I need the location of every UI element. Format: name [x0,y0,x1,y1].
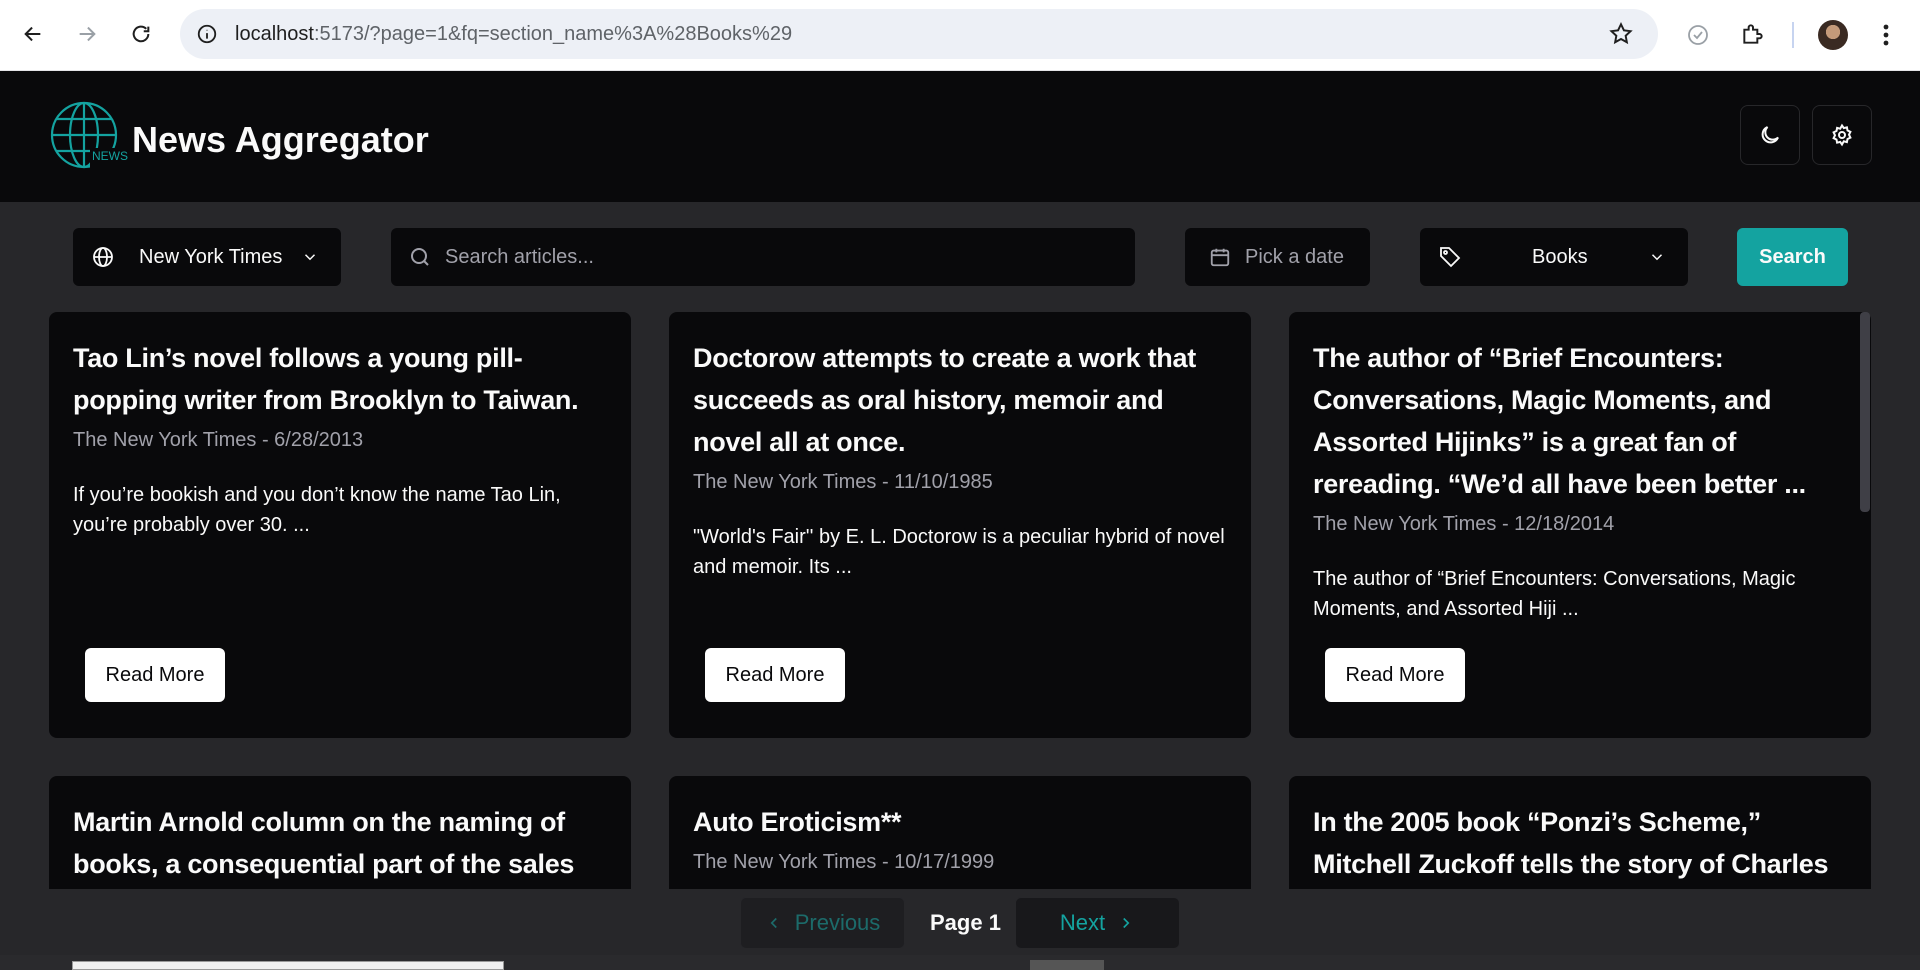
theme-toggle-button[interactable] [1740,105,1800,165]
category-value: Books [1532,245,1588,268]
article-card: In the 2005 book “Ponzi’s Scheme,” Mitch… [1289,776,1871,889]
chevron-left-icon [770,917,777,929]
url-text: localhost:5173/?page=1&fq=section_name%3… [235,23,792,46]
globe-icon [93,247,113,267]
search-input[interactable]: Search articles... [391,228,1135,286]
article-description: If you’re bookish and you don’t know the… [73,484,561,536]
calendar-icon [1210,248,1230,267]
more-menu-icon[interactable] [1876,21,1896,49]
previous-page-button[interactable]: Previous [740,897,905,949]
article-title[interactable]: Doctorow attempts to create a work that … [693,337,1233,463]
article-title[interactable]: The author of “Brief Encounters: Convers… [1313,337,1853,505]
article-title[interactable]: Auto Eroticism** [693,801,1233,843]
bookmark-star-icon[interactable] [1608,21,1634,47]
taskbar-window-preview[interactable] [72,961,504,970]
site-info-icon[interactable] [196,23,218,45]
article-meta: The New York Times - 12/18/2014 [1313,513,1615,535]
settings-button[interactable] [1812,105,1872,165]
filter-bar: New York Times Search articles... Pick a… [0,203,1920,308]
browser-toolbar: localhost:5173/?page=1&fq=section_name%3… [0,0,1920,71]
article-meta: The New York Times - 11/10/1985 [693,471,993,493]
article-card: Martin Arnold column on the naming of bo… [49,776,631,889]
back-button[interactable] [16,17,50,51]
article-title[interactable]: Martin Arnold column on the naming of bo… [73,801,613,889]
app-header: NEWS News Aggregator [0,71,1920,203]
reload-button[interactable] [124,17,158,51]
moon-icon [1761,126,1779,144]
card-scrollbar[interactable] [1860,312,1870,512]
chevron-right-icon [1123,917,1130,929]
article-description: The author of “Brief Encounters: Convers… [1313,568,1796,620]
category-select[interactable]: Books [1420,228,1688,286]
source-select[interactable]: New York Times [73,228,341,286]
arrow-right-icon [79,26,96,42]
article-card: The author of “Brief Encounters: Convers… [1289,312,1871,738]
article-meta: The New York Times - 10/17/1999 [693,851,995,873]
arrow-left-icon [24,26,41,42]
search-button[interactable]: Search [1737,228,1848,286]
profile-avatar[interactable] [1818,20,1848,50]
read-more-button[interactable]: Read More [1325,648,1465,702]
extension-status-icon[interactable] [1686,23,1710,47]
taskbar-item[interactable] [1030,960,1104,970]
read-more-button[interactable]: Read More [705,648,845,702]
article-card: Auto Eroticism** The New York Times - 10… [669,776,1251,889]
article-card: Tao Lin’s novel follows a young pill-pop… [49,312,631,738]
url-host: localhost [235,22,314,45]
gear-icon [1832,123,1852,147]
tag-icon [1440,247,1461,268]
next-label: Next [1059,910,1106,935]
logo-text: NEWS [92,149,128,163]
article-meta: The New York Times - 6/28/2013 [73,429,364,451]
chevron-down-icon [1651,254,1663,261]
article-description: "World's Fair'' by E. L. Doctorow is a p… [693,526,1225,578]
source-value: New York Times [139,245,283,268]
chevron-down-icon [304,254,316,261]
date-picker-button[interactable]: Pick a date [1185,228,1370,286]
date-placeholder: Pick a date [1245,245,1344,268]
search-placeholder: Search articles... [445,245,594,268]
previous-label: Previous [794,910,881,935]
address-bar[interactable]: localhost:5173/?page=1&fq=section_name%3… [180,9,1658,59]
read-more-button[interactable]: Read More [85,648,225,702]
page-indicator: Page 1 [930,910,1001,935]
reload-icon [132,25,150,43]
url-path: :5173/?page=1&fq=section_name%3A%28Books… [313,22,793,45]
extensions-puzzle-icon[interactable] [1740,21,1766,47]
article-title[interactable]: In the 2005 book “Ponzi’s Scheme,” Mitch… [1313,801,1853,889]
globe-logo: NEWS [50,101,128,173]
article-card: Doctorow attempts to create a work that … [669,312,1251,738]
article-title[interactable]: Tao Lin’s novel follows a young pill-pop… [73,337,613,421]
search-icon [411,248,429,266]
forward-button[interactable] [70,17,104,51]
toolbar-divider [1792,22,1794,48]
app-title: News Aggregator [132,119,429,160]
next-page-button[interactable]: Next [1015,897,1180,949]
